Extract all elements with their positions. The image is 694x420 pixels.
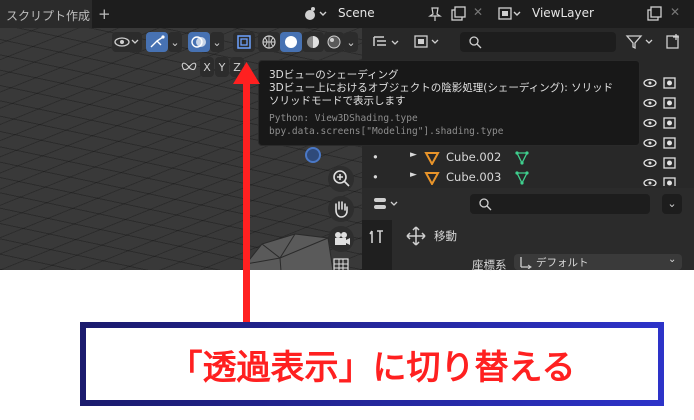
outliner-item-cube-002[interactable]: • ► Cube.002 (362, 148, 694, 168)
orientation-icon (520, 257, 532, 269)
orientation-label: 座標系 (472, 258, 507, 272)
orientation-dropdown[interactable]: デフォルト ⌄ (514, 254, 682, 270)
display-mode-dropdown[interactable] (370, 32, 410, 52)
hand-pan-icon[interactable] (328, 196, 354, 222)
chevron-down-icon: ⌄ (668, 254, 677, 265)
annotation-caption: 「透過表示」に切り替える (168, 347, 576, 388)
top-bar: スクリプト作成 + Scene ✕ ViewLayer ✕ (0, 0, 694, 28)
workspace-tab[interactable]: スクリプト作成 (0, 0, 92, 28)
properties-search-input[interactable] (470, 194, 650, 214)
annotation-arrow-head (233, 62, 260, 84)
zoom-icon[interactable] (328, 166, 354, 192)
tool-settings-icon[interactable] (368, 228, 386, 246)
annotation-arrow (243, 78, 250, 330)
tool-name: 移動 (434, 229, 457, 243)
expand-arrow-icon[interactable]: ► (410, 170, 417, 180)
outliner-item-cube-003[interactable]: • ► Cube.003 (362, 168, 694, 188)
orientation-value: デフォルト (536, 257, 589, 269)
tooltip-python-type: Python: View3DShading.type (269, 113, 418, 124)
mirror-y-label: Y (218, 60, 226, 74)
properties-tab-column (362, 220, 392, 270)
scene-name: Scene (338, 6, 375, 20)
overlay-dropdown-icon[interactable]: ⌄ (210, 32, 224, 52)
viewlayer-name: ViewLayer (532, 6, 594, 20)
filter-funnel-icon[interactable] (624, 32, 658, 52)
mesh-data-icon (515, 171, 529, 185)
viewlayer-name-field[interactable]: ViewLayer (526, 4, 638, 24)
shading-tooltip: 3Dビューのシェーディング 3Dビュー上におけるオブジェクトの陰影処理(シェーデ… (258, 60, 640, 146)
row-dot-icon: • (372, 170, 379, 184)
mirror-y-button[interactable]: Y (215, 57, 229, 77)
tooltip-python-path: bpy.data.screens["Modeling"].shading.typ… (269, 126, 504, 137)
mirror-x-label: X (203, 60, 211, 74)
properties-panel: ⌄ 移動 座標系 デフォルト ⌄ (362, 188, 694, 272)
workspace-tab-label: スクリプト作成 (6, 9, 91, 23)
expand-arrow-icon[interactable]: ► (410, 150, 417, 160)
rendered-shading-icon[interactable] (324, 32, 344, 52)
mirror-butterfly-icon (180, 58, 198, 76)
move-tool-icon (406, 226, 426, 246)
object-triangle-icon (424, 152, 440, 165)
overlay-toggle-icon[interactable] (188, 32, 210, 52)
visibility-dropdown[interactable] (112, 32, 142, 52)
material-shading-icon[interactable] (302, 32, 324, 52)
properties-options-dropdown[interactable]: ⌄ (662, 194, 682, 214)
shading-dropdown-icon[interactable]: ⌄ (344, 32, 358, 52)
editor-type-dropdown[interactable] (372, 194, 404, 214)
mirror-x-button[interactable]: X (200, 57, 214, 77)
add-workspace-button[interactable]: + (98, 5, 111, 23)
scene-selector-icon[interactable] (300, 4, 330, 24)
search-icon (469, 36, 482, 49)
wireframe-shading-icon[interactable] (258, 32, 280, 52)
mesh-data-icon (515, 151, 529, 165)
object-triangle-icon (424, 172, 440, 185)
annotation-caption-box: 「透過表示」に切り替える (80, 322, 664, 406)
new-collection-icon[interactable] (664, 32, 684, 52)
row-dot-icon: • (372, 150, 379, 164)
delete-scene-icon[interactable]: ✕ (473, 5, 483, 19)
gizmo-toggle-icon[interactable] (146, 32, 168, 52)
delete-viewlayer-icon[interactable]: ✕ (670, 5, 680, 19)
xray-toggle-icon[interactable] (233, 32, 255, 52)
search-icon (479, 198, 492, 211)
outliner-search-input[interactable] (460, 32, 616, 52)
filter-collection-dropdown[interactable] (412, 32, 446, 52)
gizmo-dropdown-icon[interactable]: ⌄ (168, 32, 182, 52)
viewlayer-icon[interactable] (496, 4, 522, 24)
mesh-object[interactable] (240, 224, 340, 270)
new-viewlayer-icon[interactable] (645, 5, 663, 23)
new-scene-icon[interactable] (449, 5, 467, 23)
gizmo-axis-circle[interactable] (304, 146, 322, 164)
pin-icon[interactable] (428, 6, 442, 22)
tooltip-title: 3Dビューのシェーディング (269, 69, 399, 81)
solid-shading-icon[interactable] (280, 32, 302, 52)
tooltip-description: 3Dビュー上におけるオブジェクトの陰影処理(シェーディング): ソリッド (269, 82, 614, 94)
tooltip-detail: ソリッドモードで表示します (269, 95, 406, 107)
item-name: Cube.003 (446, 170, 502, 184)
item-name: Cube.002 (446, 150, 502, 164)
